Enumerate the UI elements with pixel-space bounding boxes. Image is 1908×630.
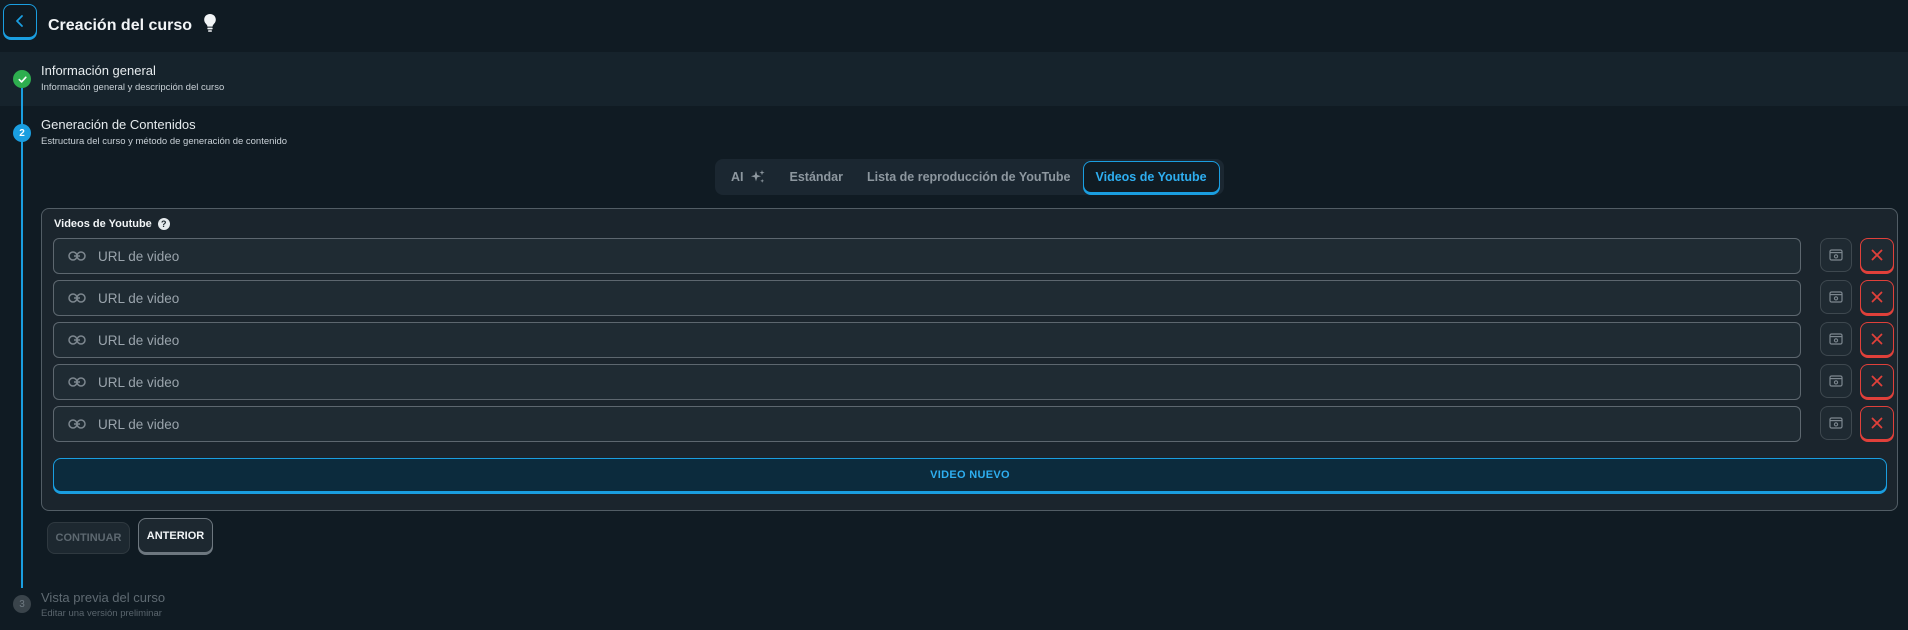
- close-icon: [1871, 291, 1883, 303]
- preview-video-button[interactable]: [1820, 238, 1852, 272]
- preview-video-button[interactable]: [1820, 322, 1852, 356]
- video-url-field[interactable]: [53, 406, 1801, 442]
- preview-icon: [1829, 249, 1843, 261]
- step-3-subtitle: Editar una versión preliminar: [41, 608, 162, 619]
- continue-button[interactable]: CONTINUAR: [47, 522, 130, 554]
- tab-youtube-playlist[interactable]: Lista de reproducción de YouTube: [855, 161, 1083, 193]
- step-general-info-row[interactable]: [0, 52, 1908, 106]
- close-icon: [1871, 375, 1883, 387]
- page-title: Creación del curso: [48, 17, 193, 34]
- step-2-number: 2: [13, 124, 31, 142]
- video-url-row: [53, 280, 1894, 316]
- preview-video-button[interactable]: [1820, 406, 1852, 440]
- preview-icon: [1829, 333, 1843, 345]
- video-url-input[interactable]: [98, 416, 1800, 432]
- back-button[interactable]: [3, 4, 37, 38]
- step-2-title: Generación de Contenidos: [41, 117, 196, 132]
- video-url-field[interactable]: [53, 364, 1801, 400]
- header: Creación del curso: [0, 0, 1908, 52]
- stepper-timeline: [21, 88, 23, 588]
- lightbulb-icon[interactable]: [203, 13, 217, 38]
- tab-youtube-videos[interactable]: Videos de Youtube: [1082, 161, 1220, 193]
- step-3-title: Vista previa del curso: [41, 590, 166, 605]
- step-1-title: Información general: [41, 63, 156, 78]
- remove-video-button[interactable]: [1860, 280, 1894, 314]
- video-url-input[interactable]: [98, 332, 1800, 348]
- content-method-tabs: AI Estándar Lista de reproducción de You…: [715, 159, 1224, 195]
- step-1-subtitle: Información general y descripción del cu…: [41, 82, 225, 93]
- previous-button[interactable]: ANTERIOR: [138, 518, 213, 553]
- video-url-input[interactable]: [98, 290, 1800, 306]
- sparkles-icon: [750, 170, 765, 183]
- close-icon: [1871, 417, 1883, 429]
- video-url-input[interactable]: [98, 374, 1800, 390]
- video-url-field[interactable]: [53, 280, 1801, 316]
- video-url-row: [53, 322, 1894, 358]
- help-icon[interactable]: ?: [157, 218, 170, 230]
- new-video-button[interactable]: VIDEO NUEVO: [53, 458, 1887, 492]
- remove-video-button[interactable]: [1860, 238, 1894, 272]
- preview-icon: [1829, 291, 1843, 303]
- tab-standard[interactable]: Estándar: [778, 161, 856, 193]
- remove-video-button[interactable]: [1860, 322, 1894, 356]
- link-icon: [68, 250, 86, 262]
- tab-ai-label: AI: [731, 170, 744, 184]
- link-icon: [68, 418, 86, 430]
- remove-video-button[interactable]: [1860, 406, 1894, 440]
- youtube-videos-panel: Videos de Youtube ? VIDEO NUEVO: [41, 208, 1898, 511]
- close-icon: [1871, 249, 1883, 261]
- preview-icon: [1829, 417, 1843, 429]
- preview-video-button[interactable]: [1820, 364, 1852, 398]
- video-url-field[interactable]: [53, 322, 1801, 358]
- preview-icon: [1829, 375, 1843, 387]
- step-completed-check-icon: [13, 70, 31, 88]
- panel-label-text: Videos de Youtube: [54, 218, 152, 230]
- panel-label: Videos de Youtube ?: [54, 218, 170, 230]
- video-url-row: [53, 238, 1894, 274]
- step-2-subtitle: Estructura del curso y método de generac…: [41, 136, 288, 147]
- link-icon: [68, 334, 86, 346]
- preview-video-button[interactable]: [1820, 280, 1852, 314]
- link-icon: [68, 292, 86, 304]
- video-url-row: [53, 406, 1894, 442]
- remove-video-button[interactable]: [1860, 364, 1894, 398]
- step-3-number: 3: [13, 595, 31, 613]
- video-url-field[interactable]: [53, 238, 1801, 274]
- tab-ai[interactable]: AI: [719, 161, 778, 193]
- link-icon: [68, 376, 86, 388]
- video-url-input[interactable]: [98, 248, 1800, 264]
- chevron-left-icon: [16, 15, 23, 27]
- close-icon: [1871, 333, 1883, 345]
- video-url-row: [53, 364, 1894, 400]
